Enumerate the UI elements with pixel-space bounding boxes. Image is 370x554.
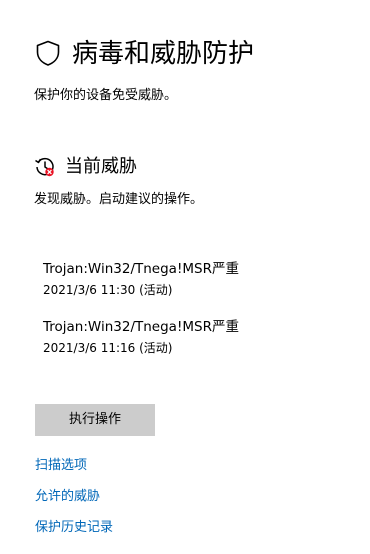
page-title: 病毒和威胁防护 [72,39,255,69]
threat-status: (活动) [139,341,173,355]
threat-severity: 严重 [211,261,239,277]
current-threats-title: 当前威胁 [65,156,137,177]
threat-list-item[interactable]: Trojan:Win32/Tnega!MSR严重 2021/3/6 11:16 … [43,317,239,357]
threat-list-item[interactable]: Trojan:Win32/Tnega!MSR严重 2021/3/6 11:30 … [43,259,239,299]
scan-options-link[interactable]: 扫描选项 [35,456,87,476]
threat-name: Trojan:Win32/Tnega!MSR [43,319,212,335]
allowed-threats-link[interactable]: 允许的威胁 [35,487,100,507]
threat-time: 2021/3/6 11:16 [43,341,136,355]
threat-history-icon [34,156,56,178]
protection-history-link[interactable]: 保护历史记录 [35,518,113,538]
current-threats-description: 发现威胁。启动建议的操作。 [34,192,204,207]
threat-time: 2021/3/6 11:30 [43,283,136,297]
shield-icon [34,39,62,67]
threat-status: (活动) [139,283,173,297]
threat-name: Trojan:Win32/Tnega!MSR [43,261,212,277]
start-actions-button[interactable]: 执行操作 [35,404,155,436]
page-subtitle: 保护你的设备免受威胁。 [34,88,178,103]
virus-threat-protection-page: 病毒和威胁防护 保护你的设备免受威胁。 当前威胁 发现威胁。启动建议的操作。 T… [0,0,370,554]
threat-severity: 严重 [211,319,239,335]
